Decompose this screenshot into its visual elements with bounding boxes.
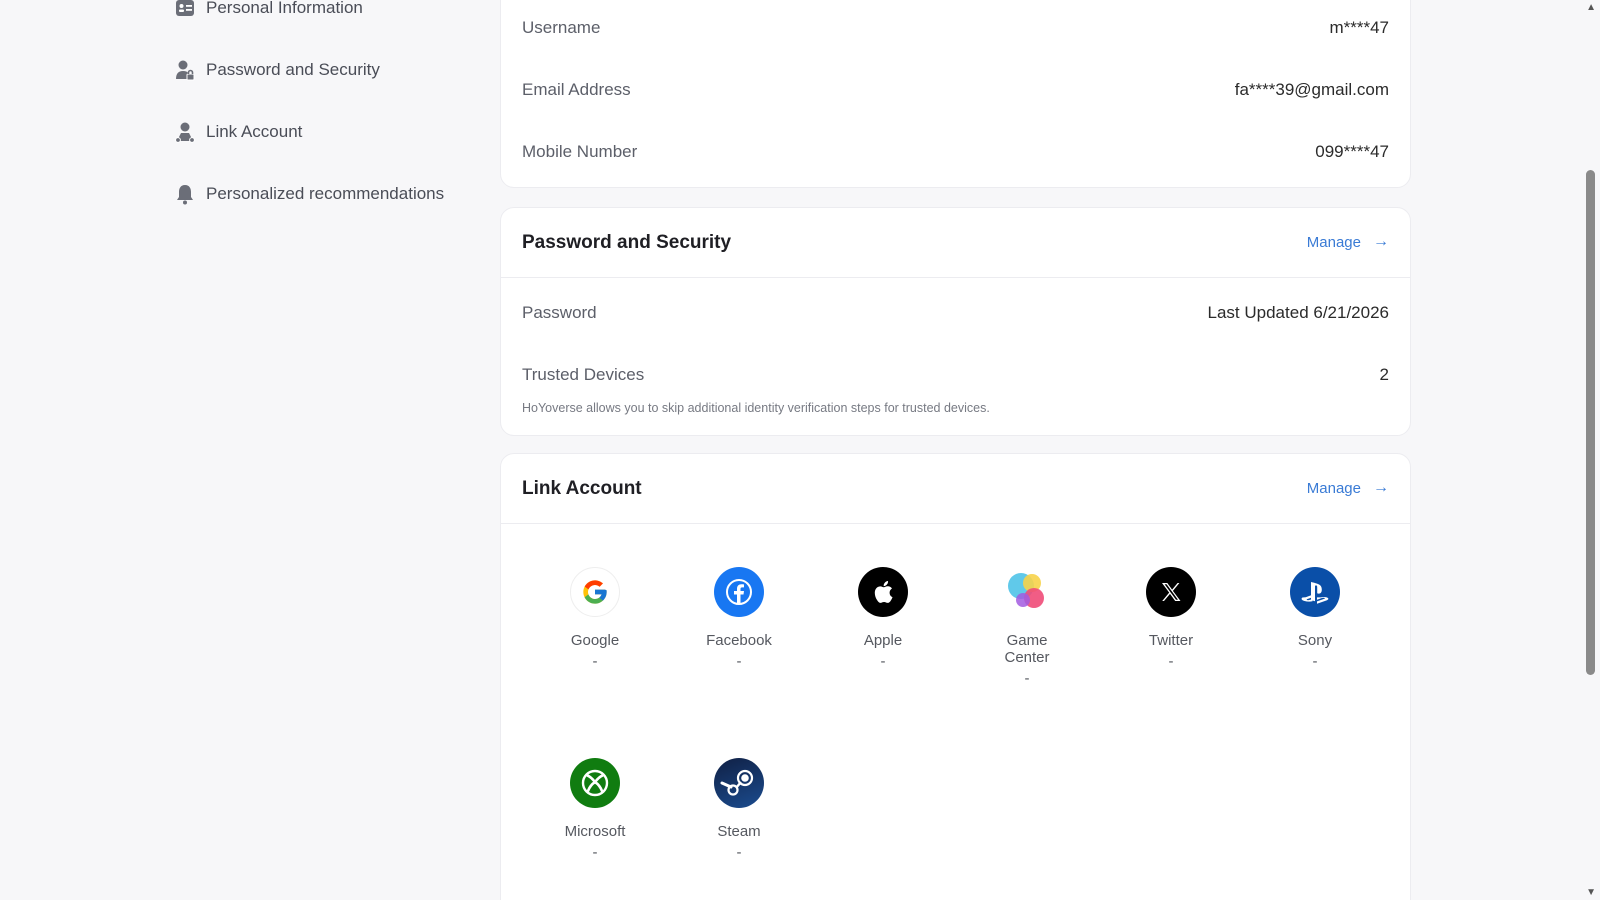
card-title: Password and Security	[522, 232, 732, 253]
link-account-card: Link Account Manage → Google - Facebook …	[500, 453, 1411, 900]
account-name: Microsoft	[564, 823, 626, 840]
x-twitter-icon[interactable]	[1146, 567, 1196, 617]
account-sony: Sony -	[1260, 567, 1370, 670]
card-header: Link Account Manage →	[501, 454, 1410, 524]
email-row: Email Address fa****39@gmail.com	[522, 80, 1389, 100]
arrow-right-icon: →	[1373, 479, 1389, 496]
scrollbar-thumb[interactable]	[1586, 170, 1595, 675]
account-name: Steam	[717, 823, 761, 840]
trusted-devices-label: Trusted Devices	[522, 365, 645, 384]
account-status: -	[736, 844, 742, 861]
account-game-center: Game Center -	[972, 567, 1082, 687]
account-google: Google -	[540, 567, 650, 670]
steam-icon[interactable]	[714, 758, 764, 808]
email-label: Email Address	[522, 80, 631, 99]
xbox-icon[interactable]	[570, 758, 620, 808]
account-apple: Apple -	[828, 567, 938, 670]
google-icon[interactable]	[570, 567, 620, 617]
account-name: Apple	[863, 632, 903, 649]
email-value: fa****39@gmail.com	[1234, 80, 1389, 99]
playstation-icon[interactable]	[1290, 567, 1340, 617]
account-status: -	[1312, 653, 1318, 670]
mobile-label: Mobile Number	[522, 142, 638, 161]
manage-label: Manage	[1306, 479, 1361, 497]
trusted-devices-count: 2	[1379, 365, 1389, 384]
account-name: Sony	[1297, 632, 1333, 649]
account-twitter: Twitter -	[1116, 567, 1226, 670]
account-status: -	[736, 653, 742, 670]
lock-person-icon	[174, 59, 196, 81]
mobile-row: Mobile Number 099****47	[522, 142, 1389, 162]
account-steam: Steam -	[684, 758, 794, 861]
account-name: Facebook	[706, 632, 772, 649]
account-facebook: Facebook -	[684, 567, 794, 670]
bell-icon	[174, 183, 196, 205]
manage-link-account-link[interactable]: Manage →	[1307, 479, 1389, 497]
account-status: -	[880, 653, 886, 670]
account-status: -	[592, 844, 598, 861]
page-scrollbar[interactable]: ▲ ▼	[1580, 0, 1600, 900]
mobile-value: 099****47	[1315, 142, 1389, 161]
account-name: Google	[570, 632, 620, 649]
account-microsoft: Microsoft -	[540, 758, 650, 861]
manage-label: Manage	[1306, 233, 1361, 251]
facebook-icon[interactable]	[714, 567, 764, 617]
sidebar-item-personalized-recommendations[interactable]: Personalized recommendations	[174, 179, 444, 209]
personal-info-card: Username m****47 Email Address fa****39@…	[500, 0, 1411, 188]
password-security-card: Password and Security Manage → Password …	[500, 207, 1411, 436]
manage-security-link[interactable]: Manage →	[1307, 233, 1389, 251]
password-row: Password Last Updated 6/21/2026	[522, 303, 1389, 323]
account-name: Game Center	[1004, 632, 1050, 666]
sidebar-item-link-account[interactable]: Link Account	[174, 117, 302, 147]
card-title: Link Account	[522, 478, 642, 499]
scroll-down-arrow-icon[interactable]: ▼	[1586, 887, 1596, 898]
apple-icon[interactable]	[858, 567, 908, 617]
sidebar-item-label: Password and Security	[206, 60, 380, 79]
sidebar-item-label: Personalized recommendations	[206, 184, 445, 203]
account-status: -	[1024, 670, 1030, 687]
link-person-icon	[174, 121, 196, 143]
username-row: Username m****47	[522, 18, 1389, 38]
password-label: Password	[522, 303, 597, 322]
sidebar-item-password-security[interactable]: Password and Security	[174, 55, 380, 85]
card-header: Password and Security Manage →	[501, 208, 1410, 278]
password-value: Last Updated 6/21/2026	[1207, 303, 1389, 322]
account-name: Twitter	[1148, 632, 1194, 649]
trusted-devices-note: HoYoverse allows you to skip additional …	[522, 401, 990, 415]
scroll-up-arrow-icon[interactable]: ▲	[1586, 2, 1596, 13]
trusted-devices-row: Trusted Devices 2	[522, 365, 1389, 385]
arrow-right-icon: →	[1373, 233, 1389, 250]
account-status: -	[592, 653, 598, 670]
account-status: -	[1168, 653, 1174, 670]
sidebar-item-personal-information[interactable]: Personal Information	[174, 0, 363, 23]
username-label: Username	[522, 18, 601, 37]
sidebar-item-label: Personal Information	[206, 0, 363, 17]
id-card-icon	[174, 0, 196, 19]
username-value: m****47	[1329, 18, 1389, 37]
sidebar-item-label: Link Account	[206, 122, 303, 141]
game-center-icon[interactable]	[1002, 567, 1052, 617]
